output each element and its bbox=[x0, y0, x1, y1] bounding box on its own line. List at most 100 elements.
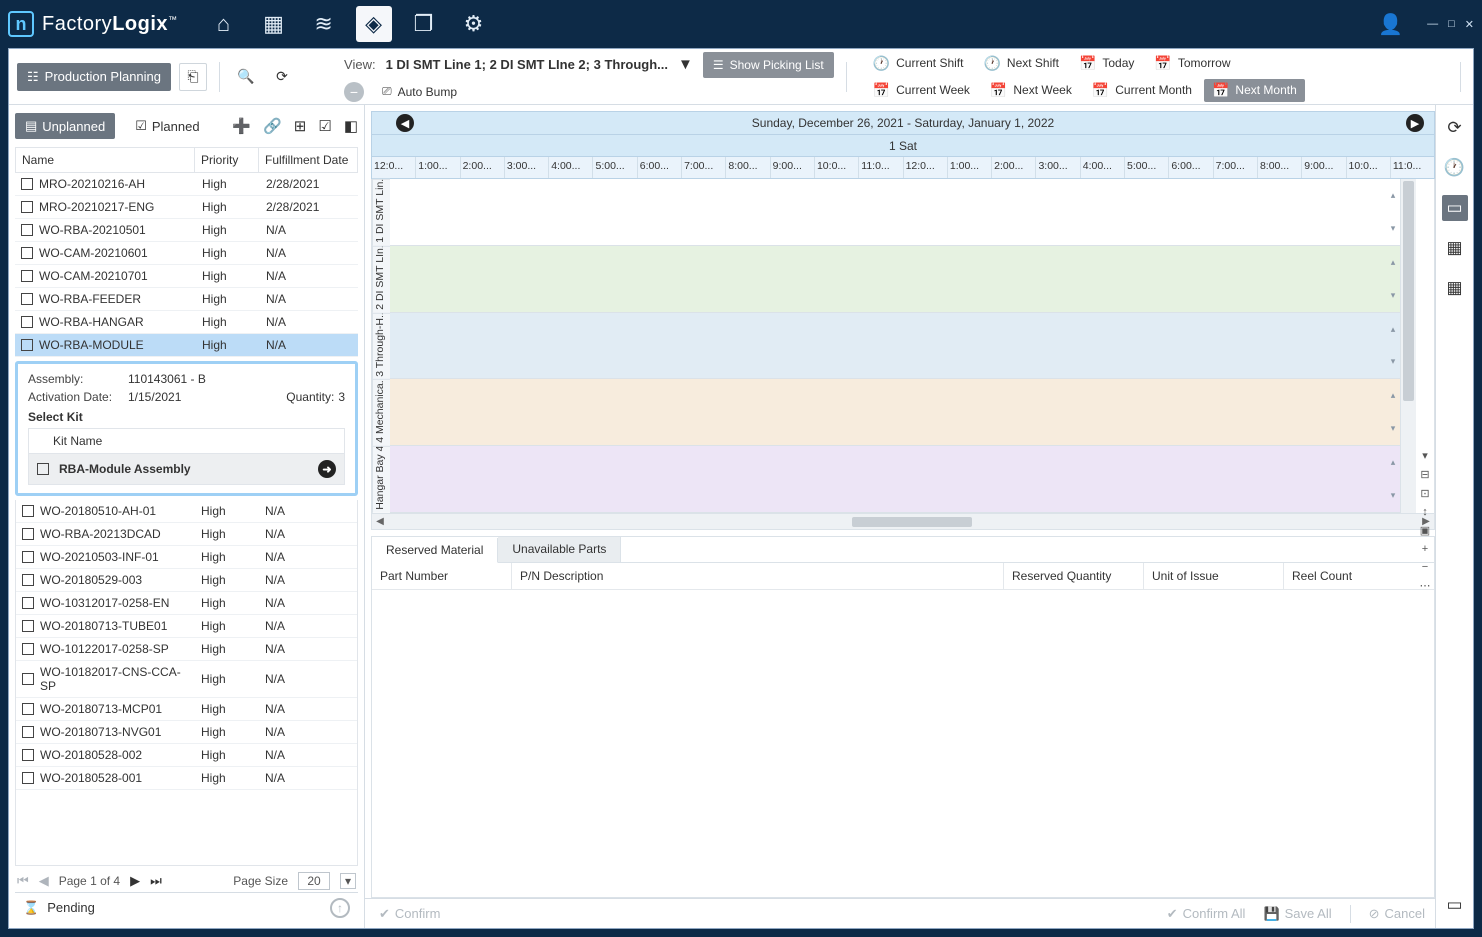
table-row[interactable]: WO-10122017-0258-SPHighN/A bbox=[16, 638, 357, 661]
home-icon[interactable]: ⌂ bbox=[206, 6, 242, 42]
checkbox-icon[interactable] bbox=[21, 293, 33, 305]
col-part-number[interactable]: Part Number bbox=[372, 563, 512, 589]
schedule-lane[interactable]: ▴▾ bbox=[390, 379, 1400, 446]
checkbox-icon[interactable] bbox=[21, 316, 33, 328]
lane-label[interactable]: 2 DI SMT LIn... bbox=[372, 246, 390, 313]
schedule-lane[interactable]: ▴▾ bbox=[390, 446, 1400, 513]
table-row[interactable]: WO-20180529-003HighN/A bbox=[16, 569, 357, 592]
table-row[interactable]: WO-RBA-20210501HighN/A bbox=[15, 219, 358, 242]
range-tomorrow[interactable]: 📅Tomorrow bbox=[1146, 52, 1238, 75]
page-size-input[interactable]: 20 bbox=[298, 872, 330, 890]
col-reel-count[interactable]: Reel Count bbox=[1284, 563, 1434, 589]
lane-up-icon[interactable]: ▴ bbox=[1386, 446, 1400, 479]
table-row[interactable]: WO-RBA-HANGARHighN/A bbox=[15, 311, 358, 334]
tab-unavailable-parts[interactable]: Unavailable Parts bbox=[498, 537, 621, 562]
checkbox-icon[interactable] bbox=[22, 597, 34, 609]
table-row[interactable]: MRO-20210217-ENGHigh2/28/2021 bbox=[15, 196, 358, 219]
add-icon[interactable]: ➕ bbox=[232, 117, 251, 135]
module-tab[interactable]: ☷ Production Planning bbox=[17, 63, 171, 91]
next-page-icon[interactable]: ▶ bbox=[130, 873, 140, 889]
first-page-icon[interactable]: ⏮ bbox=[17, 873, 29, 889]
cancel-button[interactable]: ⊘ Cancel bbox=[1369, 906, 1425, 922]
windows-icon[interactable]: ❐ bbox=[406, 6, 442, 42]
lane-label[interactable]: 1 DI SMT Lin... bbox=[372, 179, 390, 246]
table-row[interactable]: WO-CAM-20210601HighN/A bbox=[15, 242, 358, 265]
page-size-dropdown-icon[interactable]: ▾ bbox=[340, 873, 356, 889]
schedule-grid[interactable]: 1 DI SMT Lin...2 DI SMT LIn...3 Through-… bbox=[371, 179, 1435, 514]
tab-reserved-material[interactable]: Reserved Material bbox=[372, 538, 498, 563]
search-button[interactable]: 🔍 bbox=[232, 63, 260, 91]
arrow-right-icon[interactable]: ➜ bbox=[318, 460, 336, 478]
col-unit-of-issue[interactable]: Unit of Issue bbox=[1144, 563, 1284, 589]
lane-up-icon[interactable]: ▴ bbox=[1386, 313, 1400, 346]
range-current-month[interactable]: 📅Current Month bbox=[1084, 79, 1200, 102]
upload-icon[interactable]: ↑ bbox=[330, 898, 350, 918]
lane-down-icon[interactable]: ▾ bbox=[1386, 212, 1400, 245]
lane-down-icon[interactable]: ▾ bbox=[1386, 279, 1400, 312]
lane-up-icon[interactable]: ▴ bbox=[1386, 379, 1400, 412]
table-row[interactable]: WO-10312017-0258-ENHighN/A bbox=[16, 592, 357, 615]
table-row[interactable]: WO-RBA-MODULEHighN/A bbox=[15, 334, 358, 357]
tool-icon[interactable]: ⊟ bbox=[1420, 468, 1429, 481]
lane-up-icon[interactable]: ▴ bbox=[1386, 179, 1400, 212]
lane-down-icon[interactable]: ▾ bbox=[1386, 346, 1400, 379]
prev-page-icon[interactable]: ◀ bbox=[39, 873, 49, 889]
range-next-week[interactable]: 📅Next Week bbox=[982, 79, 1080, 102]
lane-label[interactable]: Hangar Bay 4 bbox=[372, 446, 390, 513]
checkbox-icon[interactable] bbox=[22, 551, 34, 563]
clock-icon[interactable]: 🕐 bbox=[1442, 155, 1468, 181]
schedule-lane[interactable]: ▴▾ bbox=[390, 313, 1400, 380]
clear-icon[interactable]: ◧ bbox=[344, 117, 358, 135]
lane-down-icon[interactable]: ▾ bbox=[1386, 479, 1400, 512]
gear-icon[interactable]: ⚙ bbox=[456, 6, 492, 42]
range-today[interactable]: 📅Today bbox=[1071, 52, 1142, 75]
schedule-lane[interactable]: ▴▾ bbox=[390, 246, 1400, 313]
col-name[interactable]: Name bbox=[16, 148, 195, 172]
next-range-icon[interactable]: ▶ bbox=[1406, 114, 1424, 132]
scrollbar-thumb[interactable] bbox=[1403, 181, 1414, 401]
range-next-month[interactable]: 📅Next Month bbox=[1204, 79, 1305, 102]
checkbox-icon[interactable] bbox=[21, 339, 33, 351]
filter-icon[interactable]: ▼ bbox=[678, 56, 693, 73]
tool-icon[interactable]: ⋯ bbox=[1420, 579, 1431, 592]
col-reserved-qty[interactable]: Reserved Quantity bbox=[1004, 563, 1144, 589]
grid-edit-icon[interactable]: ▦ bbox=[256, 6, 292, 42]
checkbox-icon[interactable] bbox=[37, 463, 49, 475]
table-row[interactable]: WO-20180713-TUBE01HighN/A bbox=[16, 615, 357, 638]
tool-icon[interactable]: ▾ bbox=[1422, 449, 1428, 462]
lane-label[interactable]: 3 Through-H... bbox=[372, 313, 390, 380]
kit-row[interactable]: RBA-Module Assembly ➜ bbox=[29, 454, 344, 484]
checkbox-icon[interactable] bbox=[22, 749, 34, 761]
table-row[interactable]: WO-20210503-INF-01HighN/A bbox=[16, 546, 357, 569]
checkbox-icon[interactable] bbox=[22, 703, 34, 715]
table-row[interactable]: WO-20180713-MCP01HighN/A bbox=[16, 698, 357, 721]
range-current-week[interactable]: 📅Current Week bbox=[865, 79, 978, 102]
checkbox-icon[interactable] bbox=[22, 574, 34, 586]
last-page-icon[interactable]: ⏭ bbox=[150, 873, 162, 889]
checkbox-icon[interactable] bbox=[21, 224, 33, 236]
checkbox-icon[interactable] bbox=[21, 270, 33, 282]
scrollbar-thumb[interactable] bbox=[852, 517, 972, 527]
range-current-shift[interactable]: 🕐Current Shift bbox=[865, 52, 972, 75]
plus-icon[interactable]: + bbox=[1422, 543, 1428, 555]
minimize-icon[interactable]: — bbox=[1427, 18, 1438, 30]
minus-circle-icon[interactable]: − bbox=[344, 82, 364, 102]
month-view-icon[interactable]: ▦ bbox=[1442, 275, 1468, 301]
checkbox-icon[interactable] bbox=[21, 247, 33, 259]
prev-range-icon[interactable]: ◀ bbox=[396, 114, 414, 132]
view-value[interactable]: 1 DI SMT Line 1; 2 DI SMT LIne 2; 3 Thro… bbox=[386, 57, 668, 72]
col-priority[interactable]: Priority bbox=[195, 148, 259, 172]
table-row[interactable]: WO-20180528-002HighN/A bbox=[16, 744, 357, 767]
checkbox-icon[interactable] bbox=[21, 178, 33, 190]
table-row[interactable]: WO-20180528-001HighN/A bbox=[16, 767, 357, 790]
confirm-button[interactable]: ✔ Confirm bbox=[379, 906, 440, 922]
checkbox-icon[interactable] bbox=[22, 643, 34, 655]
checkbox-icon[interactable] bbox=[22, 620, 34, 632]
table-row[interactable]: WO-RBA-20213DCADHighN/A bbox=[16, 523, 357, 546]
checkbox-icon[interactable] bbox=[22, 505, 34, 517]
check-box-icon[interactable]: ☑ bbox=[318, 117, 331, 135]
grid-settings-icon[interactable]: ⊞ bbox=[294, 117, 307, 135]
week-view-icon[interactable]: ▦ bbox=[1442, 235, 1468, 261]
checkbox-icon[interactable] bbox=[21, 201, 33, 213]
lane-down-icon[interactable]: ▾ bbox=[1386, 412, 1400, 445]
